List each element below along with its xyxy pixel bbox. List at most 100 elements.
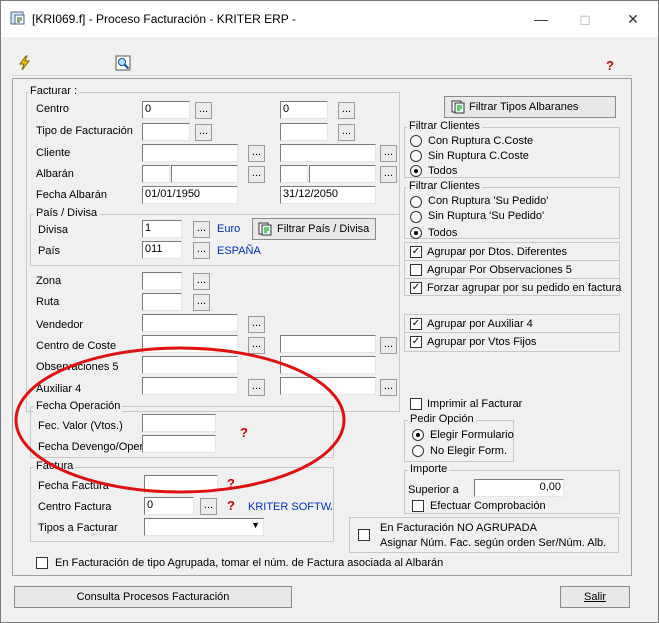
help-icon[interactable]: ?	[227, 498, 235, 513]
observaciones5-to-input[interactable]	[280, 356, 376, 374]
divisa-label: Divisa	[38, 224, 68, 236]
superior-input[interactable]: 0,00	[474, 479, 564, 497]
fecha-devengo-label: Fecha Devengo/Oper	[38, 441, 144, 453]
albaran-to-lookup-button[interactable]: ...	[380, 166, 397, 183]
fecha-devengo-input[interactable]	[142, 435, 216, 453]
no-agrupada-checkbox[interactable]	[358, 529, 370, 541]
todos-ccoste-radio[interactable]	[410, 165, 422, 177]
divisa-input[interactable]: 1	[142, 220, 182, 238]
agrupar-dtos-checkbox[interactable]: ✓	[410, 246, 422, 258]
minimize-icon[interactable]: —	[530, 8, 552, 30]
divisa-description: Euro	[217, 223, 241, 235]
ruta-label: Ruta	[36, 296, 60, 308]
vendedor-lookup-button[interactable]: ...	[248, 316, 265, 333]
centro-factura-label: Centro Factura	[38, 501, 112, 513]
help-icon[interactable]: ?	[240, 425, 248, 440]
tipo-to-input[interactable]	[280, 123, 328, 141]
todos-pedido-label: Todos	[428, 227, 458, 239]
filter-icon	[258, 222, 272, 236]
ruta-lookup-button[interactable]: ...	[193, 294, 210, 311]
todos-pedido-radio[interactable]	[410, 227, 422, 239]
fecha-albaran-from-input[interactable]: 01/01/1950	[142, 186, 238, 204]
pais-description: ESPAÑA	[217, 245, 261, 257]
agrupar-obs5-label: Agrupar Por Observaciones 5	[427, 264, 572, 276]
con-ruptura-pedido-label: Con Ruptura 'Su Pedido'	[428, 195, 549, 207]
efectuar-comprobacion-checkbox[interactable]	[412, 500, 424, 512]
vendedor-input[interactable]	[142, 314, 238, 332]
agrupada-factura-checkbox[interactable]	[36, 557, 48, 569]
sin-ruptura-ccoste-radio[interactable]	[410, 150, 422, 162]
filtrar-tipos-albaranes-button[interactable]: Filtrar Tipos Albaranes	[444, 96, 616, 118]
centro-from-lookup-button[interactable]: ...	[195, 102, 212, 119]
forzar-agrupar-checkbox[interactable]: ✓	[410, 282, 422, 294]
zona-lookup-button[interactable]: ...	[193, 273, 210, 290]
centro-coste-from-input[interactable]	[142, 335, 238, 353]
ruta-input[interactable]	[142, 293, 182, 311]
filtrar-clientes-ccoste-label: Filtrar Clientes	[407, 120, 482, 132]
albaran-to-num-input[interactable]	[309, 165, 376, 183]
maximize-icon[interactable]: ◻	[574, 8, 596, 30]
fecha-albaran-to-input[interactable]: 31/12/2050	[280, 186, 376, 204]
todos-ccoste-label: Todos	[428, 165, 458, 177]
filtrar-pais-divisa-button[interactable]: Filtrar País / Divisa	[252, 218, 376, 240]
cliente-to-lookup-button[interactable]: ...	[380, 145, 397, 162]
cliente-from-input[interactable]	[142, 144, 238, 162]
observaciones5-from-input[interactable]	[142, 356, 238, 374]
fecha-factura-input[interactable]	[144, 475, 218, 493]
no-elegir-form-radio[interactable]	[412, 445, 424, 457]
centro-to-lookup-button[interactable]: ...	[338, 102, 355, 119]
lightning-icon[interactable]	[18, 55, 32, 71]
con-ruptura-ccoste-radio[interactable]	[410, 135, 422, 147]
elegir-formulario-radio[interactable]	[412, 429, 424, 441]
centro-factura-input[interactable]: 0	[144, 497, 194, 515]
centro-from-input[interactable]: 0	[142, 101, 190, 119]
sin-ruptura-ccoste-label: Sin Ruptura C.Coste	[428, 150, 529, 162]
auxiliar4-from-lookup-button[interactable]: ...	[248, 379, 265, 396]
sin-ruptura-pedido-radio[interactable]	[410, 211, 422, 223]
help-icon[interactable]: ?	[606, 58, 614, 73]
salir-button[interactable]: Salir	[560, 586, 630, 608]
albaran-from-serie-input[interactable]	[142, 165, 170, 183]
tipo-from-input[interactable]	[142, 123, 190, 141]
pais-input[interactable]: 011	[142, 241, 182, 259]
zona-input[interactable]	[142, 272, 182, 290]
chevron-down-icon: ▼	[251, 520, 260, 530]
help-icon[interactable]: ?	[227, 476, 235, 491]
fecha-valor-input[interactable]	[142, 414, 216, 432]
auxiliar4-to-lookup-button[interactable]: ...	[380, 379, 397, 396]
albaran-to-serie-input[interactable]	[280, 165, 308, 183]
elegir-formulario-label: Elegir Formulario	[430, 429, 514, 441]
agrupar-vtos-checkbox[interactable]: ✓	[410, 336, 422, 348]
tipos-facturar-select[interactable]: ▼	[144, 518, 264, 536]
close-icon[interactable]: ✕	[622, 8, 644, 30]
agrupar-aux4-checkbox[interactable]: ✓	[410, 318, 422, 330]
tipo-from-lookup-button[interactable]: ...	[195, 124, 212, 141]
auxiliar4-label: Auxiliar 4	[36, 383, 82, 395]
centro-coste-to-lookup-button[interactable]: ...	[380, 337, 397, 354]
centro-coste-from-lookup-button[interactable]: ...	[248, 337, 265, 354]
fecha-operacion-label: Fecha Operación	[34, 400, 123, 412]
cliente-to-input[interactable]	[280, 144, 376, 162]
zoom-icon[interactable]	[115, 55, 131, 71]
imprimir-checkbox[interactable]	[410, 398, 422, 410]
divisa-lookup-button[interactable]: ...	[193, 221, 210, 238]
auxiliar4-to-input[interactable]	[280, 377, 376, 395]
cliente-from-lookup-button[interactable]: ...	[248, 145, 265, 162]
filter-icon	[451, 100, 465, 114]
fecha-factura-label: Fecha Factura	[38, 480, 109, 492]
pais-lookup-button[interactable]: ...	[193, 242, 210, 259]
factura-label: Factura	[34, 460, 76, 472]
divider	[404, 278, 620, 279]
con-ruptura-pedido-radio[interactable]	[410, 196, 422, 208]
filtrar-clientes-pedido-label: Filtrar Clientes	[407, 180, 482, 192]
centro-factura-lookup-button[interactable]: ...	[200, 498, 217, 515]
centro-to-input[interactable]: 0	[280, 101, 328, 119]
imprimir-label: Imprimir al Facturar	[427, 398, 523, 410]
agrupar-obs5-checkbox[interactable]	[410, 264, 422, 276]
tipo-to-lookup-button[interactable]: ...	[338, 124, 355, 141]
albaran-from-num-input[interactable]	[171, 165, 238, 183]
auxiliar4-from-input[interactable]	[142, 377, 238, 395]
centro-coste-to-input[interactable]	[280, 335, 376, 353]
albaran-from-lookup-button[interactable]: ...	[248, 166, 265, 183]
consulta-procesos-button[interactable]: Consulta Procesos Facturación	[14, 586, 292, 608]
